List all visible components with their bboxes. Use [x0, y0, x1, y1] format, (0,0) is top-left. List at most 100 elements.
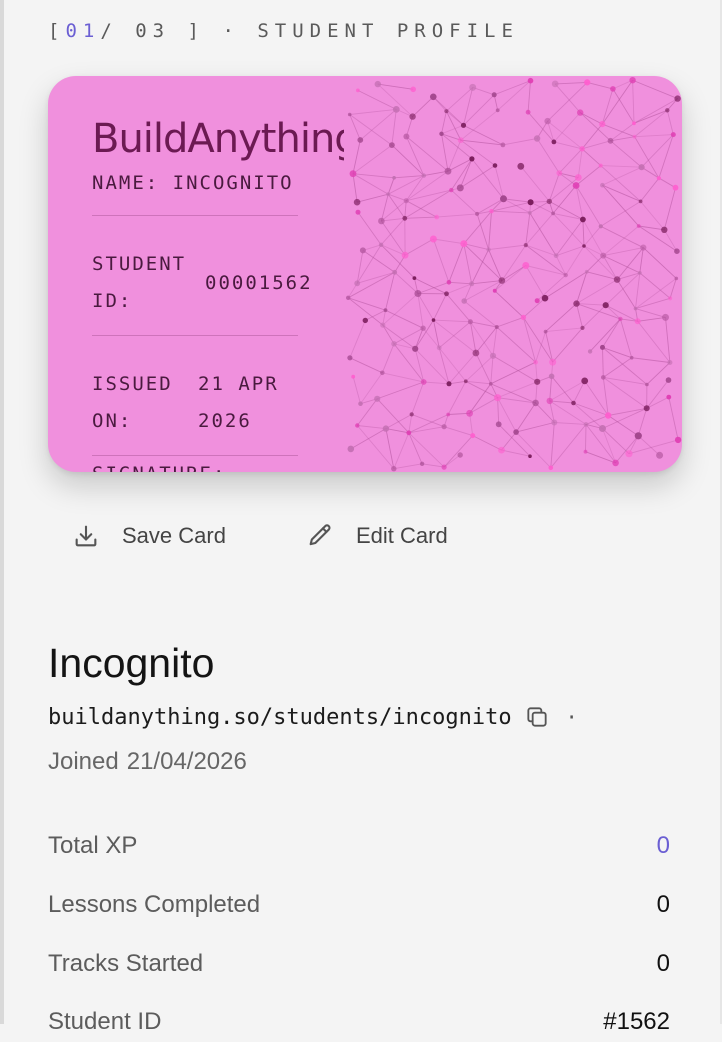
network-link	[444, 427, 473, 436]
network-node	[644, 405, 650, 411]
save-card-label: Save Card	[122, 523, 226, 549]
issued-value: 21 APR 2026	[198, 366, 279, 440]
network-link	[666, 317, 670, 362]
network-node	[402, 216, 407, 221]
network-node	[599, 224, 603, 228]
network-node	[355, 423, 359, 427]
network-link	[642, 135, 674, 168]
stat-row-student-id: Student ID #1562	[48, 1002, 670, 1042]
network-node	[584, 450, 588, 454]
network-link	[464, 95, 495, 126]
network-node	[374, 396, 380, 402]
network-node	[492, 92, 497, 97]
edit-card-label: Edit Card	[356, 523, 448, 549]
network-node	[356, 89, 360, 93]
network-link	[498, 398, 516, 432]
profile-url[interactable]: buildanything.so/students/incognito	[48, 705, 512, 730]
network-link	[647, 380, 669, 408]
student-id-card[interactable]: BuildAnything NAME: INCOGNITO STUDENT ID…	[48, 76, 682, 472]
network-node	[603, 302, 609, 308]
network-link	[439, 348, 466, 382]
section-header: [01/ 03 ] · STUDENT PROFILE	[48, 20, 519, 42]
network-node	[575, 174, 582, 181]
network-link	[551, 423, 555, 468]
network-node	[585, 270, 589, 274]
network-link	[608, 408, 647, 415]
network-node	[580, 217, 586, 223]
copy-icon[interactable]	[524, 704, 550, 730]
network-node	[599, 425, 606, 432]
network-link	[353, 377, 360, 404]
network-link	[669, 397, 678, 440]
network-link	[444, 436, 473, 468]
pencil-icon	[306, 522, 334, 550]
network-node	[599, 164, 603, 168]
network-node	[637, 224, 641, 228]
issued-label: ISSUED ON:	[92, 366, 192, 440]
network-link	[635, 110, 668, 136]
network-node	[360, 247, 366, 253]
network-link	[476, 353, 491, 384]
network-link	[434, 320, 471, 322]
network-node	[489, 382, 493, 386]
network-node	[618, 317, 622, 321]
edit-card-button[interactable]: Edit Card	[306, 516, 448, 556]
network-link	[516, 432, 551, 468]
network-link	[348, 298, 385, 310]
network-node	[409, 113, 415, 119]
network-link	[491, 362, 536, 384]
network-node	[638, 271, 642, 275]
network-link	[582, 149, 601, 166]
network-node	[358, 401, 363, 406]
network-link	[636, 298, 671, 308]
network-link	[578, 149, 582, 178]
network-node	[528, 78, 534, 84]
network-node	[528, 454, 532, 458]
network-link	[546, 304, 577, 332]
network-link	[587, 272, 617, 280]
network-link	[526, 213, 530, 245]
network-link	[620, 319, 631, 358]
network-node	[533, 360, 538, 365]
network-link	[643, 248, 676, 279]
network-node	[517, 163, 524, 170]
network-node	[354, 199, 361, 206]
network-link	[434, 294, 447, 320]
network-node	[551, 212, 555, 216]
network-node	[437, 345, 442, 350]
network-node	[393, 106, 400, 113]
header-open-bracket: [	[48, 20, 65, 42]
network-node	[552, 140, 557, 145]
network-node	[356, 210, 361, 215]
network-link	[638, 321, 670, 362]
network-link	[603, 358, 631, 378]
network-node	[635, 318, 641, 324]
network-link	[412, 414, 444, 426]
network-node	[632, 121, 636, 125]
network-node	[432, 318, 436, 322]
network-node	[584, 422, 589, 427]
network-node	[547, 398, 553, 404]
network-link	[616, 436, 639, 463]
network-link	[641, 201, 665, 229]
network-link	[386, 429, 394, 469]
network-link	[636, 273, 640, 309]
network-node	[588, 349, 592, 353]
network-link	[638, 408, 646, 436]
network-link	[489, 211, 492, 249]
network-link	[489, 245, 526, 250]
network-node	[580, 326, 584, 330]
network-node	[501, 143, 506, 148]
network-node	[668, 296, 672, 300]
network-link	[586, 424, 587, 451]
stat-row-total-xp: Total XP 0	[48, 826, 670, 866]
save-card-button[interactable]: Save Card	[72, 516, 226, 556]
stat-label: Student ID	[48, 1008, 161, 1036]
network-node	[403, 134, 409, 140]
network-link	[603, 347, 632, 357]
network-link	[530, 213, 556, 256]
network-link	[647, 397, 669, 408]
network-link	[358, 212, 381, 245]
network-node	[673, 185, 679, 191]
network-node	[442, 465, 447, 470]
